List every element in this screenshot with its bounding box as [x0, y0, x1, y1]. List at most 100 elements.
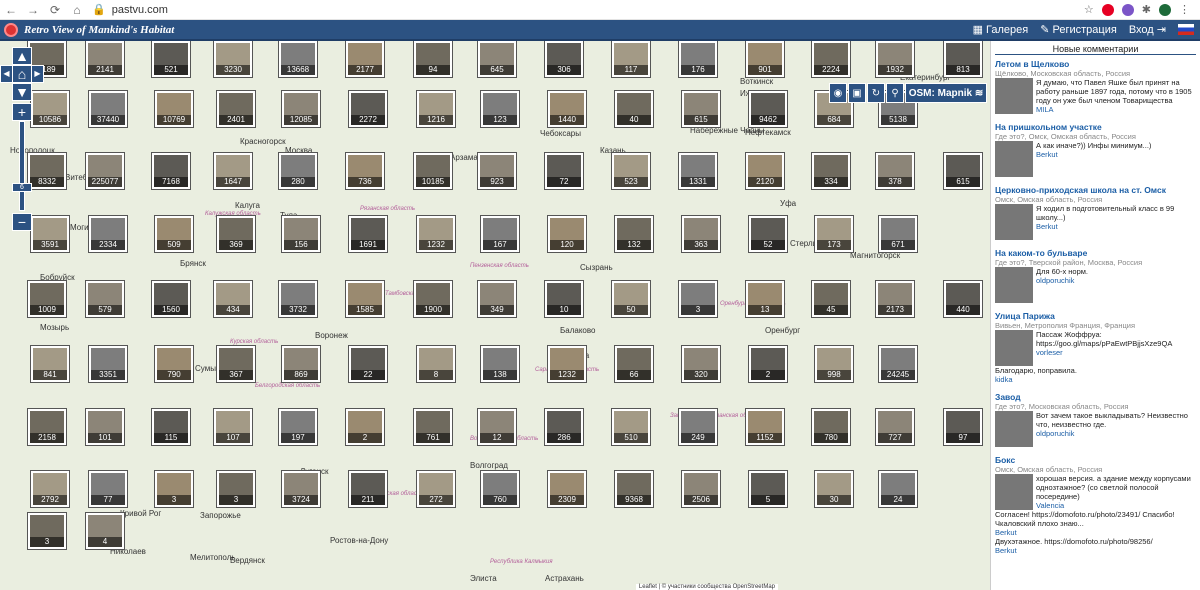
photo-cluster-thumbnail[interactable]: 1216 [417, 91, 455, 127]
photo-cluster-thumbnail[interactable]: 349 [478, 281, 516, 317]
comment-photo-title[interactable]: Улица Парижа [995, 311, 1196, 321]
photo-cluster-thumbnail[interactable]: 523 [612, 153, 650, 189]
photo-cluster-thumbnail[interactable]: 12085 [282, 91, 320, 127]
zoom-in-button[interactable]: + [12, 103, 32, 121]
comment-photo-thumbnail[interactable] [995, 411, 1033, 447]
comment-reply-author[interactable]: Berkut [995, 528, 1196, 537]
photo-cluster-thumbnail[interactable]: 2158 [28, 409, 66, 445]
comment-photo-thumbnail[interactable] [995, 141, 1033, 177]
photo-cluster-thumbnail[interactable]: 869 [282, 346, 320, 382]
photo-cluster-thumbnail[interactable]: 10185 [414, 153, 452, 189]
comment-author[interactable]: MILA [1036, 105, 1196, 114]
photo-cluster-thumbnail[interactable]: 2792 [31, 471, 69, 507]
zoom-out-button[interactable]: − [12, 213, 32, 231]
photo-cluster-thumbnail[interactable]: 3 [155, 471, 193, 507]
photo-cluster-thumbnail[interactable]: 510 [612, 409, 650, 445]
comment-author[interactable]: vorleser [1036, 348, 1196, 357]
photo-cluster-thumbnail[interactable]: 138 [481, 346, 519, 382]
comment-photo-title[interactable]: На каком-то бульваре [995, 248, 1196, 258]
photo-cluster-thumbnail[interactable]: 2 [346, 409, 384, 445]
photo-cluster-thumbnail[interactable]: 615 [944, 153, 982, 189]
comment-reply-author[interactable]: kidka [995, 375, 1196, 384]
photo-cluster-thumbnail[interactable]: 50 [612, 281, 650, 317]
photo-cluster-thumbnail[interactable]: 790 [155, 346, 193, 382]
photo-cluster-thumbnail[interactable]: 2334 [89, 216, 127, 252]
photo-cluster-thumbnail[interactable]: 2177 [346, 41, 384, 77]
photo-cluster-thumbnail[interactable]: 780 [812, 409, 850, 445]
photo-cluster-thumbnail[interactable]: 77 [89, 471, 127, 507]
photo-cluster-thumbnail[interactable]: 306 [545, 41, 583, 77]
comment-photo-thumbnail[interactable] [995, 78, 1033, 114]
photo-cluster-thumbnail[interactable]: 2506 [682, 471, 720, 507]
photo-cluster-thumbnail[interactable]: 841 [31, 346, 69, 382]
comment-photo-title[interactable]: Церковно-приходская школа на ст. Омск [995, 185, 1196, 195]
photo-cluster-thumbnail[interactable]: 2272 [349, 91, 387, 127]
menu-icon[interactable]: ⋮ [1179, 3, 1190, 16]
photo-cluster-thumbnail[interactable]: 249 [679, 409, 717, 445]
photo-cluster-thumbnail[interactable]: 1331 [679, 153, 717, 189]
photo-cluster-thumbnail[interactable]: 645 [478, 41, 516, 77]
photo-cluster-thumbnail[interactable]: 120 [548, 216, 586, 252]
photo-cluster-thumbnail[interactable]: 37440 [89, 91, 127, 127]
photo-cluster-thumbnail[interactable]: 761 [414, 409, 452, 445]
puzzle-icon[interactable]: ✱ [1142, 3, 1151, 16]
photo-cluster-thumbnail[interactable]: 3351 [89, 346, 127, 382]
photo-cluster-thumbnail[interactable]: 8 [417, 346, 455, 382]
photo-cluster-thumbnail[interactable]: 1232 [417, 216, 455, 252]
reload-icon[interactable]: ⟳ [44, 3, 66, 17]
map-canvas[interactable]: Западно-Казахстанская область Курская обл… [0, 41, 990, 590]
comment-author[interactable]: Berkut [1036, 222, 1196, 231]
photo-cluster-thumbnail[interactable]: 1900 [414, 281, 452, 317]
photo-cluster-thumbnail[interactable]: 2 [749, 346, 787, 382]
photo-cluster-thumbnail[interactable]: 998 [815, 346, 853, 382]
photo-cluster-thumbnail[interactable]: 378 [876, 153, 914, 189]
comment-author[interactable]: Berkut [1036, 150, 1151, 159]
zoom-slider-handle[interactable]: 6 [12, 183, 32, 192]
photo-cluster-thumbnail[interactable]: 225077 [86, 153, 124, 189]
photo-cluster-thumbnail[interactable]: 1932 [876, 41, 914, 77]
photo-cluster-thumbnail[interactable]: 509 [155, 216, 193, 252]
pinterest-icon[interactable] [1101, 3, 1114, 16]
photo-cluster-thumbnail[interactable]: 1440 [548, 91, 586, 127]
photo-cluster-thumbnail[interactable]: 2309 [548, 471, 586, 507]
photo-cluster-thumbnail[interactable]: 10769 [155, 91, 193, 127]
home-icon[interactable]: ⌂ [66, 3, 88, 17]
photo-cluster-thumbnail[interactable]: 760 [481, 471, 519, 507]
photo-cluster-thumbnail[interactable]: 736 [346, 153, 384, 189]
photo-cluster-thumbnail[interactable]: 1009 [28, 281, 66, 317]
comment-author[interactable]: oldporuchik [1036, 429, 1196, 438]
language-flag-icon[interactable] [1178, 24, 1194, 35]
photo-cluster-thumbnail[interactable]: 671 [879, 216, 917, 252]
home-view-button[interactable]: ⌂ [12, 65, 32, 83]
photo-cluster-thumbnail[interactable]: 727 [876, 409, 914, 445]
photo-cluster-thumbnail[interactable]: 280 [279, 153, 317, 189]
photo-cluster-thumbnail[interactable]: 3724 [282, 471, 320, 507]
photo-cluster-thumbnail[interactable]: 22 [349, 346, 387, 382]
photo-cluster-thumbnail[interactable]: 10 [545, 281, 583, 317]
photo-cluster-thumbnail[interactable]: 2173 [876, 281, 914, 317]
photo-cluster-thumbnail[interactable]: 3 [217, 471, 255, 507]
photo-cluster-thumbnail[interactable]: 132 [615, 216, 653, 252]
photo-cluster-thumbnail[interactable]: 117 [612, 41, 650, 77]
pan-right-button[interactable]: ▶ [31, 65, 44, 83]
photo-cluster-thumbnail[interactable]: 24 [879, 471, 917, 507]
photo-cluster-thumbnail[interactable]: 363 [682, 216, 720, 252]
camera-filter-button[interactable]: ◉ [829, 83, 847, 103]
photo-cluster-thumbnail[interactable]: 320 [682, 346, 720, 382]
photo-cluster-thumbnail[interactable]: 167 [481, 216, 519, 252]
site-logo[interactable]: Retro View of Mankind's Habitat [0, 22, 174, 37]
register-link[interactable]: ✎ Регистрация [1040, 23, 1117, 36]
comment-reply-author[interactable]: Berkut [995, 546, 1196, 555]
photo-cluster-thumbnail[interactable]: 107 [214, 409, 252, 445]
zoom-slider-track[interactable] [19, 121, 25, 211]
photo-cluster-thumbnail[interactable]: 123 [481, 91, 519, 127]
photo-cluster-thumbnail[interactable]: 9368 [615, 471, 653, 507]
photo-cluster-thumbnail[interactable]: 1560 [152, 281, 190, 317]
back-icon[interactable]: ← [0, 3, 22, 17]
photo-cluster-thumbnail[interactable]: 521 [152, 41, 190, 77]
photo-cluster-thumbnail[interactable]: 211 [349, 471, 387, 507]
gallery-link[interactable]: ▦ Галерея [973, 23, 1029, 36]
photo-cluster-thumbnail[interactable]: 901 [746, 41, 784, 77]
photo-cluster-thumbnail[interactable]: 334 [812, 153, 850, 189]
comment-photo-thumbnail[interactable] [995, 330, 1033, 366]
